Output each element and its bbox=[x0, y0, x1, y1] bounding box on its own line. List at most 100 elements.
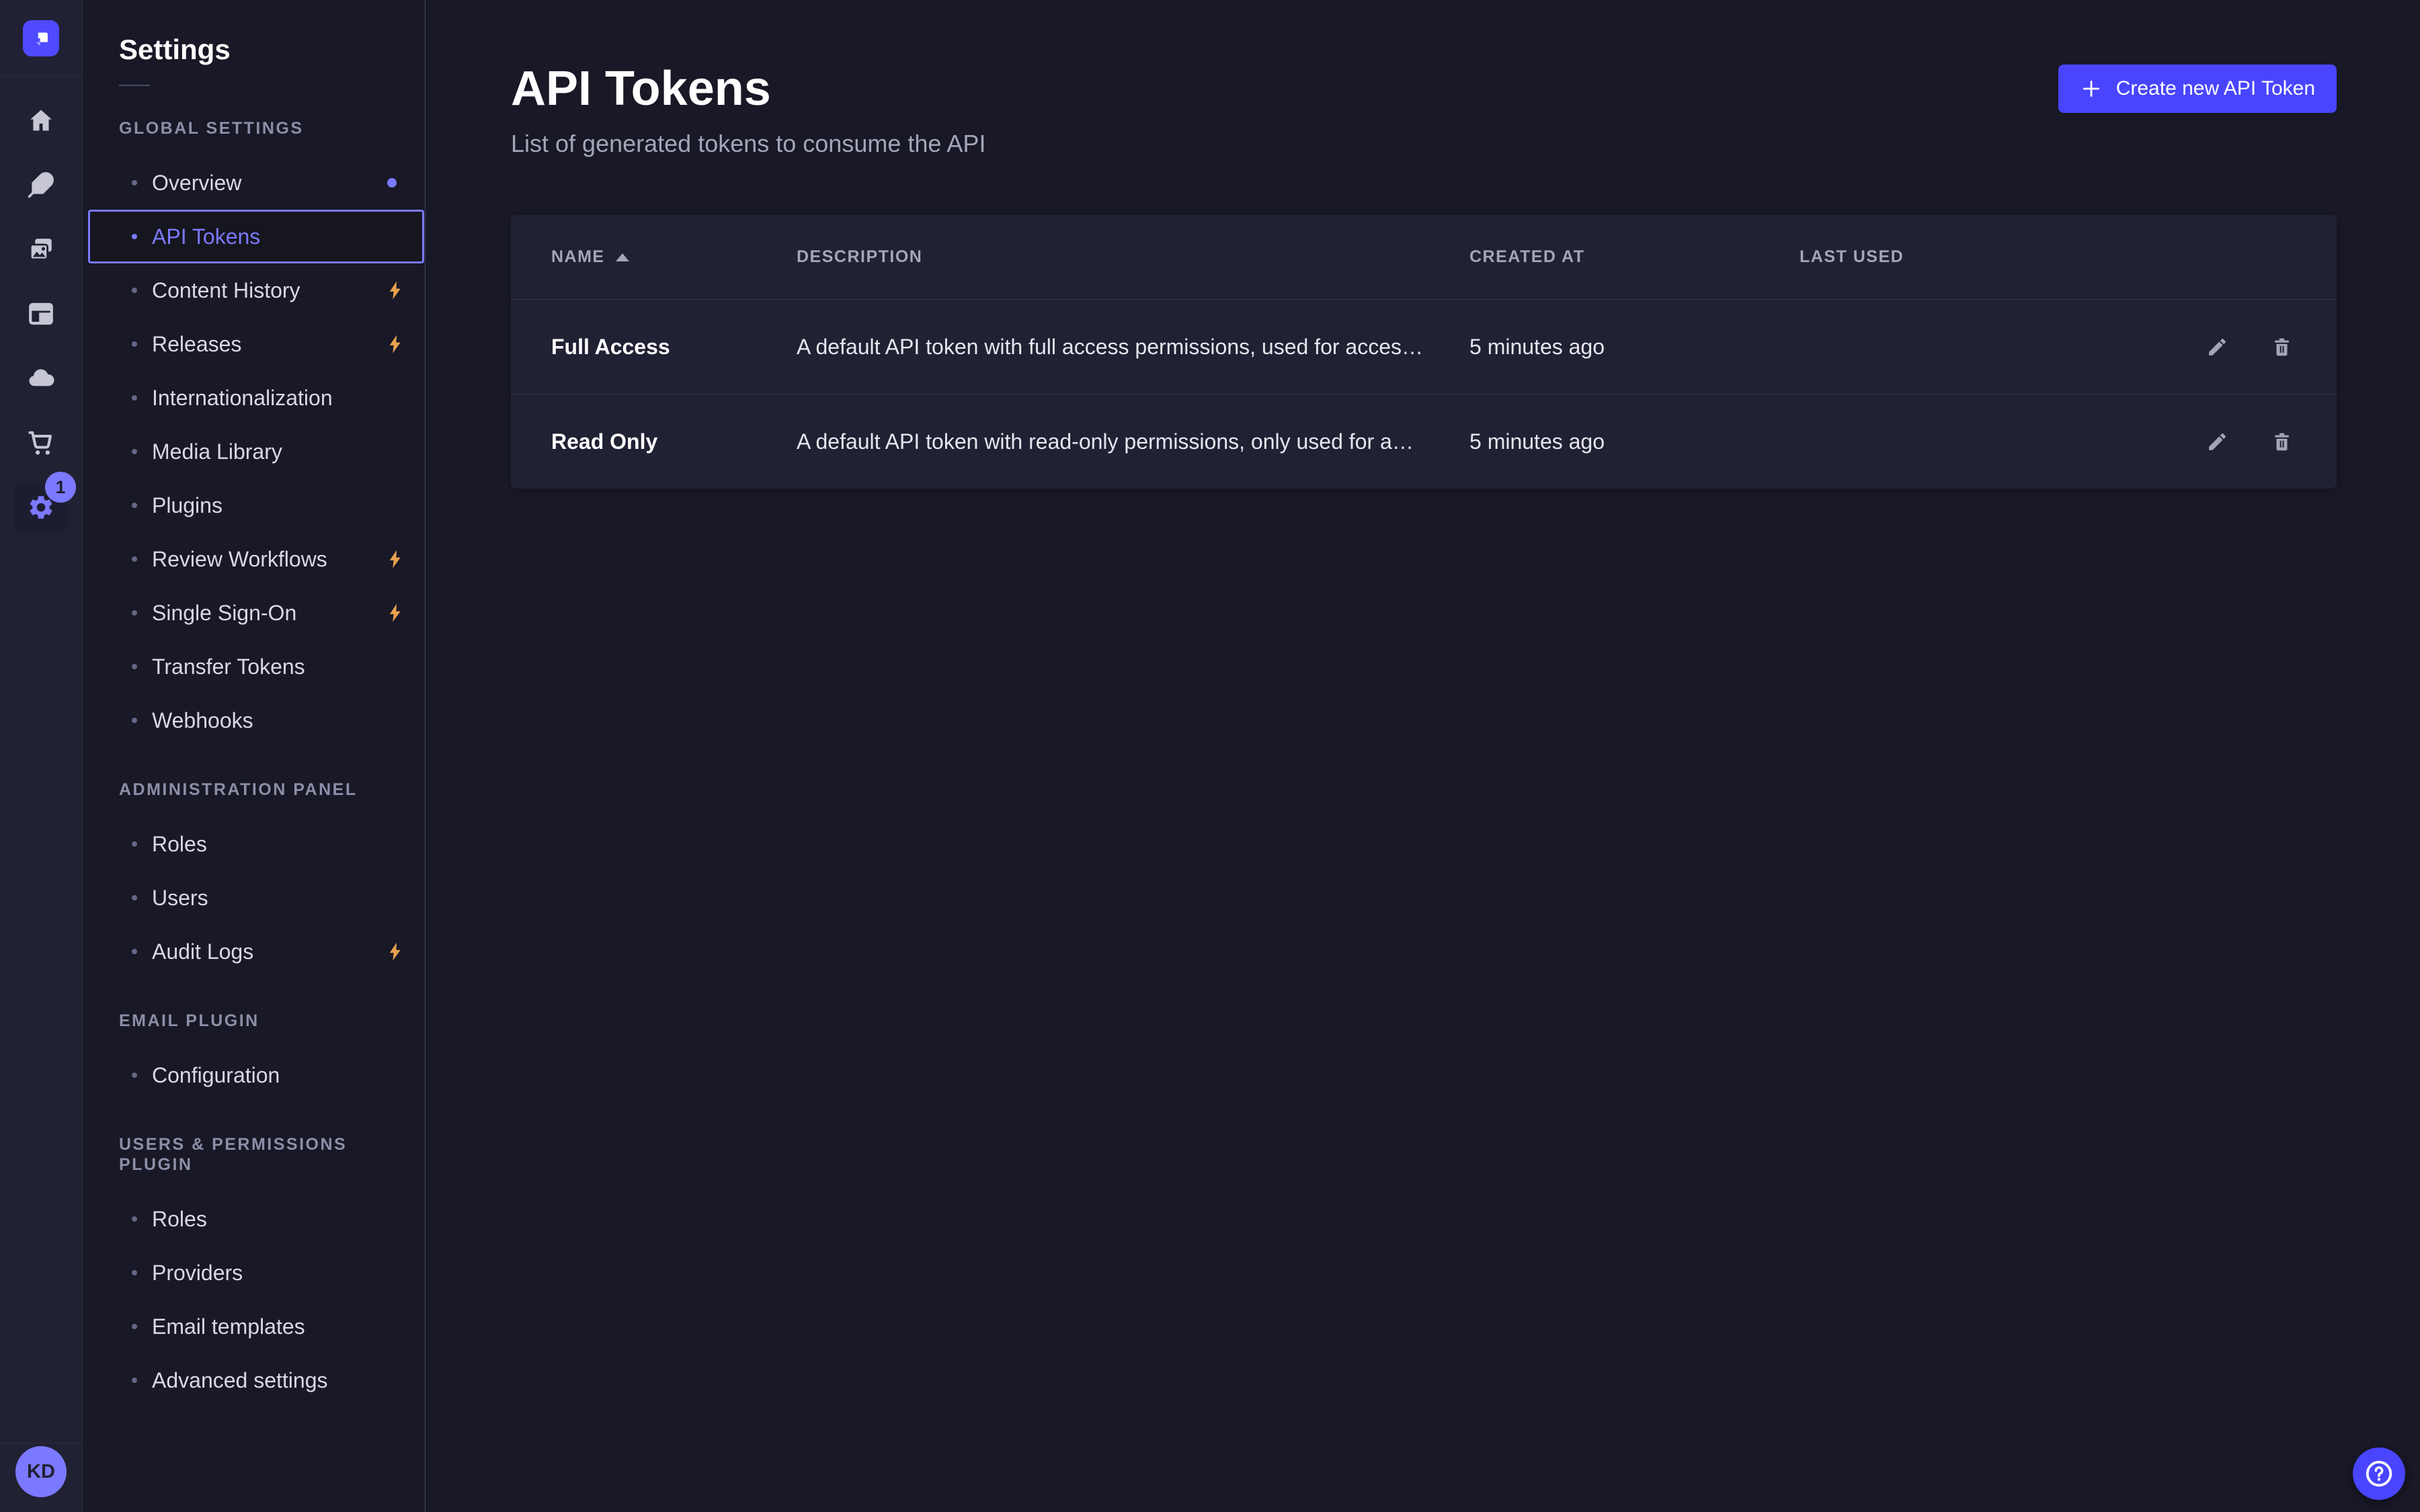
bullet-icon bbox=[132, 1073, 137, 1078]
page-header-text: API Tokens List of generated tokens to c… bbox=[511, 65, 985, 159]
sidebar-item-layout-builder[interactable] bbox=[0, 282, 82, 346]
sidebar-item-home[interactable] bbox=[0, 88, 82, 153]
bullet-icon bbox=[132, 395, 137, 401]
bullet-icon bbox=[132, 449, 137, 454]
subnav-item-admin-users[interactable]: Users bbox=[88, 871, 424, 925]
sort-ascending-icon bbox=[616, 253, 629, 261]
subnav-item-transfer-tokens[interactable]: Transfer Tokens bbox=[88, 640, 424, 694]
media-library-icon bbox=[27, 235, 55, 263]
subnav-item-overview[interactable]: Overview bbox=[88, 156, 424, 210]
edit-token-button[interactable] bbox=[2202, 332, 2232, 362]
sidebar-item-media-library[interactable] bbox=[0, 217, 82, 282]
subnav-title: Settings bbox=[119, 35, 425, 65]
strapi-admin-app: 1 KD Settings Global settings Overview A… bbox=[0, 0, 2420, 1512]
bullet-icon bbox=[132, 895, 137, 900]
bullet-icon bbox=[132, 718, 137, 723]
page-header: API Tokens List of generated tokens to c… bbox=[426, 0, 2420, 159]
table-row[interactable]: Read Only A default API token with read-… bbox=[511, 394, 2337, 489]
home-icon bbox=[27, 106, 55, 134]
cloud-icon bbox=[27, 364, 55, 392]
token-description: A default API token with full access per… bbox=[797, 335, 1469, 360]
subnav-item-plugins[interactable]: Plugins bbox=[88, 478, 424, 532]
sidebar-item-deploy[interactable] bbox=[0, 346, 82, 411]
token-description: A default API token with read-only permi… bbox=[797, 429, 1469, 454]
subnav-item-content-history[interactable]: Content History bbox=[88, 263, 424, 317]
sidebar-item-settings[interactable]: 1 bbox=[0, 475, 82, 540]
subnav-item-up-email-templates[interactable]: Email templates bbox=[88, 1300, 424, 1353]
notification-dot-icon bbox=[387, 178, 397, 187]
subnav-item-up-roles[interactable]: Roles bbox=[88, 1192, 424, 1246]
bullet-icon bbox=[132, 341, 137, 347]
section-title: Global settings bbox=[119, 118, 425, 138]
section-email-plugin: Email plugin Configuration bbox=[83, 1011, 425, 1102]
api-tokens-table: Name Description Created at Last used Fu… bbox=[511, 215, 2337, 489]
bullet-icon bbox=[132, 288, 137, 293]
section-title: Email plugin bbox=[119, 1011, 425, 1031]
subnav-item-email-configuration[interactable]: Configuration bbox=[88, 1048, 424, 1102]
subnav-item-review-workflows[interactable]: Review Workflows bbox=[88, 532, 424, 586]
strapi-logo-icon bbox=[30, 27, 52, 50]
section-users-permissions-plugin: Users & Permissions plugin Roles Provide… bbox=[83, 1134, 425, 1407]
question-mark-icon bbox=[2364, 1458, 2394, 1489]
bullet-icon bbox=[132, 180, 137, 185]
content-editor-feather-icon bbox=[27, 171, 55, 199]
token-created-at: 5 minutes ago bbox=[1469, 335, 1800, 360]
token-name: Full Access bbox=[551, 335, 797, 360]
token-name: Read Only bbox=[551, 429, 797, 454]
settings-subnav: Settings Global settings Overview API To… bbox=[83, 0, 426, 1512]
settings-notification-badge: 1 bbox=[45, 472, 76, 503]
bullet-icon bbox=[132, 1324, 137, 1329]
subnav-item-admin-roles[interactable]: Roles bbox=[88, 817, 424, 871]
delete-token-button[interactable] bbox=[2267, 332, 2296, 362]
column-header-created-at: Created at bbox=[1469, 247, 1800, 267]
user-avatar[interactable]: KD bbox=[15, 1446, 67, 1497]
section-title: Users & Permissions plugin bbox=[119, 1134, 425, 1175]
subnav-item-media-library[interactable]: Media Library bbox=[88, 425, 424, 478]
bullet-icon bbox=[132, 949, 137, 954]
edit-token-button[interactable] bbox=[2202, 427, 2232, 456]
bullet-icon bbox=[132, 1378, 137, 1383]
main-content: API Tokens List of generated tokens to c… bbox=[426, 0, 2420, 1512]
row-actions bbox=[2142, 332, 2296, 362]
bullet-icon bbox=[132, 1270, 137, 1275]
bullet-icon bbox=[132, 841, 137, 847]
subnav-item-api-tokens[interactable]: API Tokens bbox=[88, 210, 424, 263]
subnav-item-audit-logs[interactable]: Audit Logs bbox=[88, 925, 424, 978]
settings-active-tile: 1 bbox=[14, 482, 68, 532]
subnav-item-internationalization[interactable]: Internationalization bbox=[88, 371, 424, 425]
delete-token-button[interactable] bbox=[2267, 427, 2296, 456]
sidebar-item-content-editor[interactable] bbox=[0, 153, 82, 217]
strapi-logo[interactable] bbox=[23, 20, 59, 56]
lightning-icon bbox=[385, 333, 406, 355]
help-button[interactable] bbox=[2353, 1447, 2405, 1500]
page-title: API Tokens bbox=[511, 65, 985, 113]
lightning-icon bbox=[385, 280, 406, 301]
subnav-item-single-sign-on[interactable]: Single Sign-On bbox=[88, 586, 424, 640]
sidebar-item-marketplace[interactable] bbox=[0, 411, 82, 475]
subnav-item-webhooks[interactable]: Webhooks bbox=[88, 694, 424, 747]
rail-icon-list: 1 bbox=[0, 88, 82, 540]
table-row[interactable]: Full Access A default API token with ful… bbox=[511, 299, 2337, 394]
rail-divider bbox=[0, 75, 82, 76]
marketplace-cart-icon bbox=[27, 429, 55, 457]
trash-icon bbox=[2271, 336, 2293, 358]
create-api-token-button[interactable]: Create new API Token bbox=[2058, 65, 2337, 113]
pencil-icon bbox=[2206, 336, 2228, 358]
main-nav-rail: 1 KD bbox=[0, 0, 83, 1512]
layout-builder-icon bbox=[27, 300, 55, 328]
column-header-description: Description bbox=[797, 247, 1469, 267]
lightning-icon bbox=[385, 548, 406, 570]
column-header-name[interactable]: Name bbox=[551, 247, 797, 267]
subnav-item-releases[interactable]: Releases bbox=[88, 317, 424, 371]
lightning-icon bbox=[385, 941, 406, 962]
plus-icon bbox=[2080, 77, 2103, 100]
subnav-item-up-advanced-settings[interactable]: Advanced settings bbox=[88, 1353, 424, 1407]
section-title: Administration panel bbox=[119, 780, 425, 800]
section-global-settings: Global settings Overview API Tokens Cont… bbox=[83, 118, 425, 747]
bullet-icon bbox=[132, 503, 137, 508]
subnav-item-up-providers[interactable]: Providers bbox=[88, 1246, 424, 1300]
pencil-icon bbox=[2206, 431, 2228, 453]
lightning-icon bbox=[385, 602, 406, 624]
bullet-icon bbox=[132, 556, 137, 562]
token-created-at: 5 minutes ago bbox=[1469, 429, 1800, 454]
